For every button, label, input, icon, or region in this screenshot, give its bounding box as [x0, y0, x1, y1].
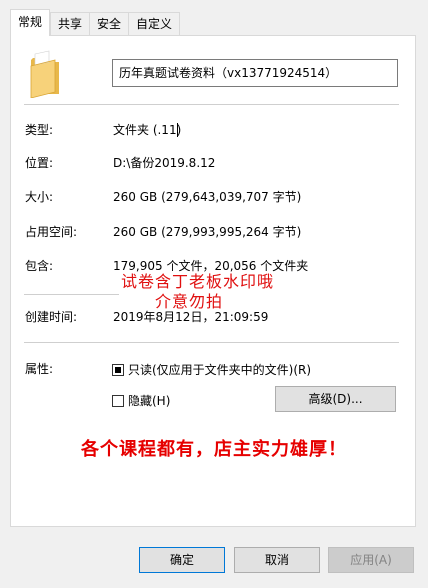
- general-panel: 历年真题试卷资料（vx13771924514） 类型: 文件夹 (.11) 位置…: [10, 35, 416, 527]
- attributes-label: 属性:: [25, 362, 54, 376]
- disk-size-value: 260 GB (279,993,995,264 字节): [113, 225, 302, 239]
- type-value: 文件夹 (.11): [113, 123, 182, 137]
- contains-label: 包含:: [25, 259, 54, 273]
- tab-security[interactable]: 安全: [89, 12, 129, 35]
- created-value: 2019年8月12日，21:09:59: [113, 310, 269, 324]
- folder-name-field[interactable]: 历年真题试卷资料（vx13771924514）: [112, 59, 398, 87]
- location-label: 位置:: [25, 156, 54, 170]
- promo-text: 各个课程都有，店主实力雄厚！: [81, 439, 347, 460]
- disk-size-label: 占用空间:: [25, 225, 78, 239]
- hidden-checkbox[interactable]: [112, 395, 124, 407]
- cancel-button[interactable]: 取消: [234, 547, 320, 573]
- readonly-label[interactable]: 只读(仅应用于文件夹中的文件)(R): [128, 362, 311, 378]
- created-label: 创建时间:: [25, 310, 78, 324]
- folder-icon: [30, 50, 59, 98]
- size-label: 大小:: [25, 190, 54, 204]
- text-caret: [177, 123, 178, 137]
- divider: [24, 104, 399, 105]
- tab-general[interactable]: 常规: [10, 9, 51, 36]
- tab-customize[interactable]: 自定义: [128, 12, 181, 35]
- readonly-checkbox[interactable]: [112, 364, 124, 376]
- location-value: D:\备份2019.8.12: [113, 156, 216, 170]
- divider: [24, 342, 399, 343]
- tab-bar: 常规 共享 安全 自定义: [10, 9, 181, 36]
- ok-button[interactable]: 确定: [139, 547, 225, 573]
- advanced-button[interactable]: 高级(D)...: [275, 386, 396, 412]
- size-value: 260 GB (279,643,039,707 字节): [113, 190, 302, 204]
- apply-button[interactable]: 应用(A): [328, 547, 414, 573]
- tab-sharing[interactable]: 共享: [50, 12, 90, 35]
- divider: [24, 294, 119, 295]
- hidden-label[interactable]: 隐藏(H): [128, 393, 170, 409]
- type-label: 类型:: [25, 123, 54, 137]
